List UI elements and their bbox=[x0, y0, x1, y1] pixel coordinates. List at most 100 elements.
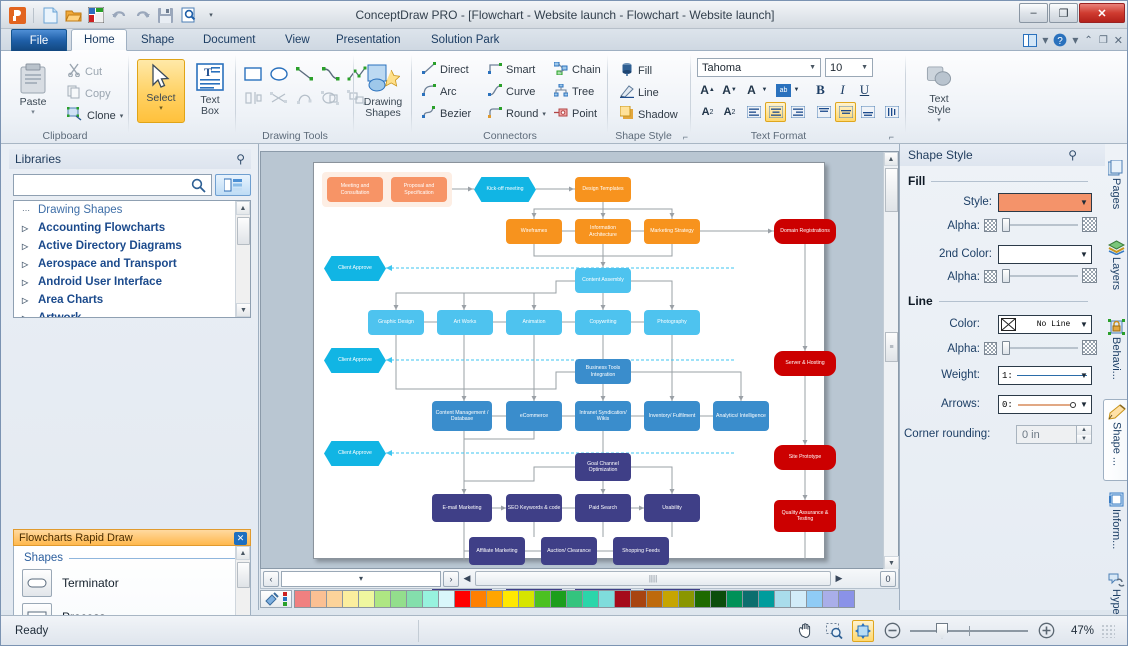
slider-knob[interactable] bbox=[1002, 218, 1010, 232]
scrollbar-thumb[interactable] bbox=[885, 168, 898, 212]
color-swatch[interactable] bbox=[374, 590, 391, 608]
color-swatch[interactable] bbox=[598, 590, 615, 608]
scroll-right-icon[interactable]: ▶ bbox=[833, 571, 845, 587]
pin-icon[interactable]: ⚲ bbox=[1068, 148, 1077, 162]
color-swatch[interactable] bbox=[678, 590, 695, 608]
highlight-color-chevron-down-icon[interactable]: ▼ bbox=[791, 80, 802, 100]
font-size-chevron-down-icon[interactable]: ▼ bbox=[861, 64, 868, 71]
zoom-out-button[interactable] bbox=[881, 620, 903, 642]
color-swatch[interactable] bbox=[694, 590, 711, 608]
shrink-font-button[interactable]: A▼ bbox=[719, 80, 740, 100]
corner-rounding-stepper[interactable]: 0 in ▲ ▼ bbox=[1016, 425, 1092, 444]
tree-item-aerospace-and-transport[interactable]: ▷Aerospace and Transport bbox=[14, 255, 235, 273]
help-icon[interactable]: ? bbox=[1052, 32, 1068, 48]
text-direction-button[interactable] bbox=[881, 102, 902, 122]
text-style-button[interactable]: Text Style ▾ bbox=[914, 61, 964, 125]
minimize-button[interactable]: – bbox=[1019, 3, 1048, 23]
pin-icon[interactable]: ⚲ bbox=[236, 152, 245, 166]
rectangle-tool-icon[interactable] bbox=[241, 64, 263, 82]
next-page-button[interactable]: › bbox=[443, 571, 459, 587]
restore-window-icon[interactable]: ❐ bbox=[1097, 35, 1110, 46]
group-tool-icon[interactable] bbox=[319, 88, 341, 106]
print-preview-icon[interactable] bbox=[178, 5, 198, 25]
tab-shape[interactable]: Shape bbox=[129, 29, 186, 51]
color-swatch[interactable] bbox=[662, 590, 679, 608]
color-swatch[interactable] bbox=[726, 590, 743, 608]
font-name-chevron-down-icon[interactable]: ▼ bbox=[809, 64, 816, 71]
distribute-tool-icon[interactable] bbox=[267, 88, 289, 106]
search-input-wrapper[interactable] bbox=[13, 174, 212, 196]
save-icon[interactable] bbox=[155, 5, 175, 25]
color-swatch[interactable] bbox=[518, 590, 535, 608]
text-format-dialog-launcher[interactable]: ⌐ bbox=[889, 132, 894, 142]
customize-qat-icon[interactable]: ▾ bbox=[201, 5, 221, 25]
node-graphic-design[interactable]: Graphic Design bbox=[368, 310, 424, 335]
fill-alpha-slider[interactable] bbox=[1002, 218, 1078, 232]
tree-item-android-user-interface[interactable]: ▷Android User Interface bbox=[14, 273, 235, 291]
new-from-template-icon[interactable] bbox=[86, 5, 106, 25]
scroll-down-icon[interactable]: ▼ bbox=[884, 556, 899, 570]
line-color-chevron-down-icon[interactable]: ▼ bbox=[1076, 315, 1092, 334]
node-business-tools-integration[interactable]: Business Tools Integration bbox=[575, 359, 631, 384]
chevron-right-icon[interactable]: ▷ bbox=[22, 314, 28, 319]
zoom-in-button[interactable] bbox=[1035, 620, 1057, 642]
color-picker-icon[interactable] bbox=[260, 590, 292, 608]
node-animation[interactable]: Animation bbox=[506, 310, 562, 335]
color-swatch[interactable] bbox=[422, 590, 439, 608]
color-swatch[interactable] bbox=[758, 590, 775, 608]
color-swatch[interactable] bbox=[406, 590, 423, 608]
window-switch-icon[interactable] bbox=[1022, 32, 1038, 48]
stepper-up-icon[interactable]: ▲ bbox=[1076, 426, 1091, 435]
font-size-combo[interactable]: 10 ▼ bbox=[825, 58, 873, 77]
connector-tree-button[interactable]: Tree bbox=[550, 82, 598, 102]
resize-grip-icon[interactable] bbox=[1101, 624, 1115, 638]
line-tool-icon[interactable] bbox=[293, 64, 315, 82]
node-content-assembly[interactable]: Content Assembly bbox=[575, 268, 631, 293]
chevron-right-icon[interactable]: ▷ bbox=[22, 260, 28, 269]
connector-round-button[interactable]: Round ▾ bbox=[484, 104, 550, 124]
connector-chain-button[interactable]: Chain bbox=[550, 60, 605, 80]
node-art-works[interactable]: Art Works bbox=[437, 310, 493, 335]
align-left-button[interactable] bbox=[743, 102, 764, 122]
help-chevron-down-icon[interactable]: ▾ bbox=[1070, 33, 1080, 47]
line-button[interactable]: Line bbox=[616, 82, 663, 103]
valign-bottom-button[interactable] bbox=[857, 102, 878, 122]
scroll-left-icon[interactable]: ◀ bbox=[461, 571, 473, 587]
node-copywriting[interactable]: Copywriting bbox=[575, 310, 631, 335]
scroll-up-icon[interactable]: ▲ bbox=[884, 152, 898, 166]
fit-to-window-icon[interactable] bbox=[852, 620, 874, 642]
connector-curve-button[interactable]: Curve bbox=[484, 82, 539, 102]
polyline-tool-icon[interactable] bbox=[319, 64, 341, 82]
zoom-slider[interactable] bbox=[910, 623, 1028, 639]
node-intranet-syndication-wikis[interactable]: Intranet Syndication/ Wikis bbox=[575, 401, 631, 431]
node-content-management-database[interactable]: Content Management / Database bbox=[432, 401, 492, 431]
new-document-icon[interactable] bbox=[40, 5, 60, 25]
node-client-approve-3[interactable]: Client Approve bbox=[324, 441, 386, 466]
connector-arc-button[interactable]: Arc bbox=[418, 82, 461, 102]
color-swatch[interactable] bbox=[390, 590, 407, 608]
color-swatch[interactable] bbox=[630, 590, 647, 608]
rotate-tool-icon[interactable] bbox=[293, 88, 315, 106]
canvas-vertical-scrollbar[interactable]: ▲ ≡ ▼ bbox=[883, 152, 898, 570]
search-input[interactable] bbox=[14, 179, 185, 191]
copy-button[interactable]: Copy bbox=[63, 83, 115, 104]
line-alpha-slider[interactable] bbox=[1002, 341, 1078, 355]
app-logo-icon[interactable] bbox=[7, 5, 27, 25]
document-page[interactable]: Meeting and Consultation Proposal and Sp… bbox=[313, 162, 825, 559]
node-client-approve-1[interactable]: Client Approve bbox=[324, 256, 386, 281]
slider-knob[interactable] bbox=[1002, 341, 1010, 355]
slider-knob[interactable] bbox=[1002, 269, 1010, 283]
minimize-ribbon-icon[interactable]: ⌃ bbox=[1082, 35, 1094, 46]
shadow-button[interactable]: Shadow bbox=[616, 104, 682, 125]
canvas-area[interactable]: Meeting and Consultation Proposal and Sp… bbox=[260, 151, 899, 569]
tab-layers[interactable]: Layers bbox=[1104, 240, 1128, 302]
maximize-button[interactable]: ❐ bbox=[1049, 3, 1078, 23]
node-email-marketing[interactable]: E-mail Marketing bbox=[432, 494, 492, 522]
color-swatch[interactable] bbox=[486, 590, 503, 608]
tree-item-artwork[interactable]: ▷Artwork bbox=[14, 309, 235, 318]
node-seo-keywords-code[interactable]: SEO Keywords & code bbox=[506, 494, 562, 522]
hand-tool-icon[interactable] bbox=[794, 620, 816, 642]
node-meeting-and-consultation[interactable]: Meeting and Consultation bbox=[327, 177, 383, 202]
tree-item-area-charts[interactable]: ▷Area Charts bbox=[14, 291, 235, 309]
scrollbar-thumb[interactable] bbox=[237, 562, 250, 588]
